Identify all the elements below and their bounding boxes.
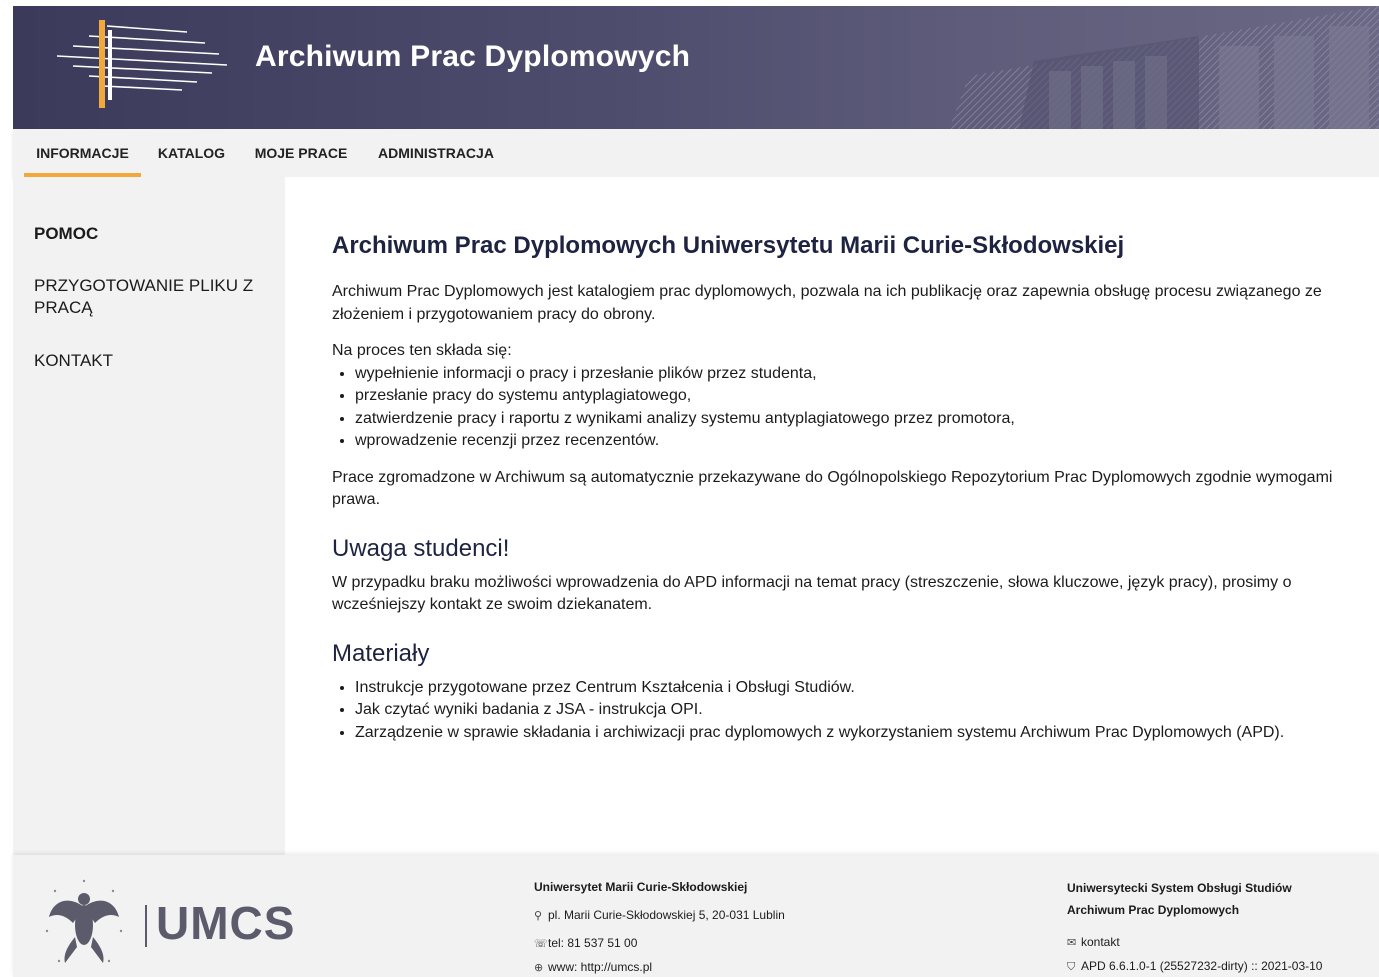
nav-item-administracja[interactable]: ADMINISTRACJA (371, 129, 501, 177)
shield-icon: ⛉ (1067, 961, 1076, 973)
main-content: Archiwum Prac Dyplomowych Uniwersytetu M… (285, 177, 1379, 855)
sidebar-item-pomoc[interactable]: POMOC (34, 223, 264, 245)
umcs-logo-text: UMCS (156, 897, 296, 949)
globe-icon: ⊕ (534, 962, 544, 974)
process-steps-list: wypełnienie informacji o pracy i przesła… (332, 363, 1342, 453)
university-name: Uniwersytet Marii Curie-Skłodowskiej (534, 880, 748, 894)
header-banner: Archiwum Prac Dyplomowych (13, 6, 1379, 129)
material-link-zarzadzenie[interactable]: Zarządzenie w sprawie składania i archiw… (355, 722, 1342, 745)
www-text[interactable]: www: http://umcs.pl (548, 960, 652, 974)
notice-text: W przypadku braku możliwości wprowadzeni… (332, 573, 1292, 614)
logo-separator (145, 905, 147, 947)
list-item: zatwierdzenie pracy i raportu z wynikami… (355, 408, 1342, 431)
version-info: ⛉ APD 6.6.1.0-1 (25527232-dirty) :: 2021-… (1067, 959, 1322, 974)
sidebar-item-przygotowanie-pliku[interactable]: PRZYGOTOWANIE PLIKU Z PRACĄ (34, 275, 264, 319)
process-lead: Na proces ten składa się: (332, 342, 512, 359)
intro-paragraph: Archiwum Prac Dyplomowych jest katalogie… (332, 283, 1322, 323)
page: Archiwum Prac Dyplomowych INFORMACJE KAT… (13, 6, 1379, 977)
contact-text[interactable]: kontakt (1081, 935, 1120, 949)
page-title: Archiwum Prac Dyplomowych Uniwersytetu M… (332, 232, 1125, 259)
apd-logo-icon (56, 20, 227, 108)
system-name: Uniwersytecki System Obsługi Studiów (1067, 881, 1292, 895)
app-title: Archiwum Prac Dyplomowych (255, 40, 691, 73)
list-item: wprowadzenie recenzji przez recenzentów. (355, 430, 1342, 453)
version-text: APD 6.6.1.0-1 (25527232-dirty) :: 2021-0… (1081, 959, 1323, 973)
address-text: pl. Marii Curie-Skłodowskiej 5, 20-031 L… (548, 908, 785, 922)
location-pin-icon: ⚲ (534, 910, 543, 922)
phone-icon: ☏ (534, 938, 548, 950)
sidebar: POMOC PRZYGOTOWANIE PLIKU Z PRACĄ KONTAK… (13, 177, 285, 857)
materials-list: Instrukcje przygotowane przez Centrum Ks… (332, 677, 1342, 745)
material-link-jsa[interactable]: Jak czytać wyniki badania z JSA - instru… (355, 699, 1342, 722)
university-address: ⚲ pl. Marii Curie-Skłodowskiej 5, 20-031 … (534, 908, 785, 922)
contact-link[interactable]: ✉ kontakt (1067, 935, 1120, 949)
university-www[interactable]: ⊕ www: http://umcs.pl (534, 960, 652, 974)
main-nav: INFORMACJE KATALOG MOJE PRACE ADMINISTRA… (13, 129, 1379, 177)
system-app-name: Archiwum Prac Dyplomowych (1067, 903, 1240, 917)
footer: UMCS Uniwersytet Marii Curie-Skłodowskie… (13, 855, 1379, 977)
list-item: przesłanie pracy do systemu antyplagiato… (355, 385, 1342, 408)
mail-icon: ✉ (1067, 937, 1077, 949)
repository-note: Prace zgromadzone w Archiwum są automaty… (332, 468, 1333, 509)
building-illustration (949, 6, 1379, 129)
sidebar-item-kontakt[interactable]: KONTAKT (34, 350, 264, 372)
university-phone: ☏tel: 81 537 51 00 (534, 936, 637, 950)
nav-item-moje-prace[interactable]: MOJE PRACE (249, 129, 353, 177)
notice-heading: Uwaga studenci! (332, 534, 510, 562)
materials-heading: Materiały (332, 639, 430, 667)
umcs-eagle-emblem-icon (45, 879, 123, 963)
phone-text: tel: 81 537 51 00 (548, 936, 638, 950)
nav-item-katalog[interactable]: KATALOG (153, 129, 230, 177)
nav-item-informacje[interactable]: INFORMACJE (24, 129, 141, 177)
material-link-instrukcje[interactable]: Instrukcje przygotowane przez Centrum Ks… (355, 677, 1342, 700)
list-item: wypełnienie informacji o pracy i przesła… (355, 363, 1342, 386)
